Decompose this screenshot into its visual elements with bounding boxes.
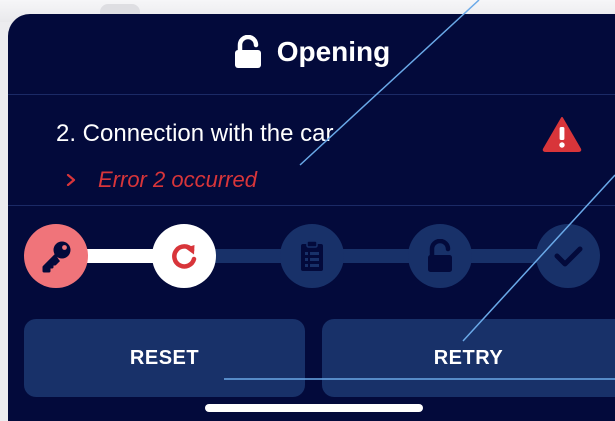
home-indicator[interactable] bbox=[205, 404, 423, 412]
opening-sheet: Opening 2. Connection with the car Error… bbox=[8, 14, 615, 421]
retry-icon bbox=[172, 244, 197, 269]
step-status: 2. Connection with the car Error 2 occur… bbox=[8, 95, 615, 206]
step-node-retry bbox=[152, 224, 216, 288]
step-node-clipboard bbox=[280, 224, 344, 288]
clipboard-icon bbox=[301, 240, 323, 271]
progress-track-pending bbox=[196, 249, 586, 263]
warning-icon bbox=[542, 117, 582, 152]
step-node-unlock bbox=[408, 224, 472, 288]
step-node-key bbox=[24, 224, 88, 288]
chevron-right-icon bbox=[66, 174, 76, 186]
progress-stepper bbox=[8, 206, 615, 310]
step-title: 2. Connection with the car bbox=[56, 120, 334, 147]
step-node-check bbox=[536, 224, 600, 288]
unlock-icon bbox=[428, 239, 452, 272]
reset-button[interactable]: RESET bbox=[24, 319, 305, 397]
title-group: Opening bbox=[8, 34, 615, 70]
sheet-header: Opening bbox=[8, 14, 615, 95]
page-title: Opening bbox=[276, 36, 391, 67]
retry-button[interactable]: RETRY bbox=[322, 319, 615, 397]
check-icon bbox=[554, 246, 583, 267]
error-row: Error 2 occurred bbox=[66, 166, 257, 194]
error-message: Error 2 occurred bbox=[98, 167, 257, 192]
key-icon bbox=[42, 241, 71, 273]
lock-open-icon bbox=[234, 35, 261, 68]
